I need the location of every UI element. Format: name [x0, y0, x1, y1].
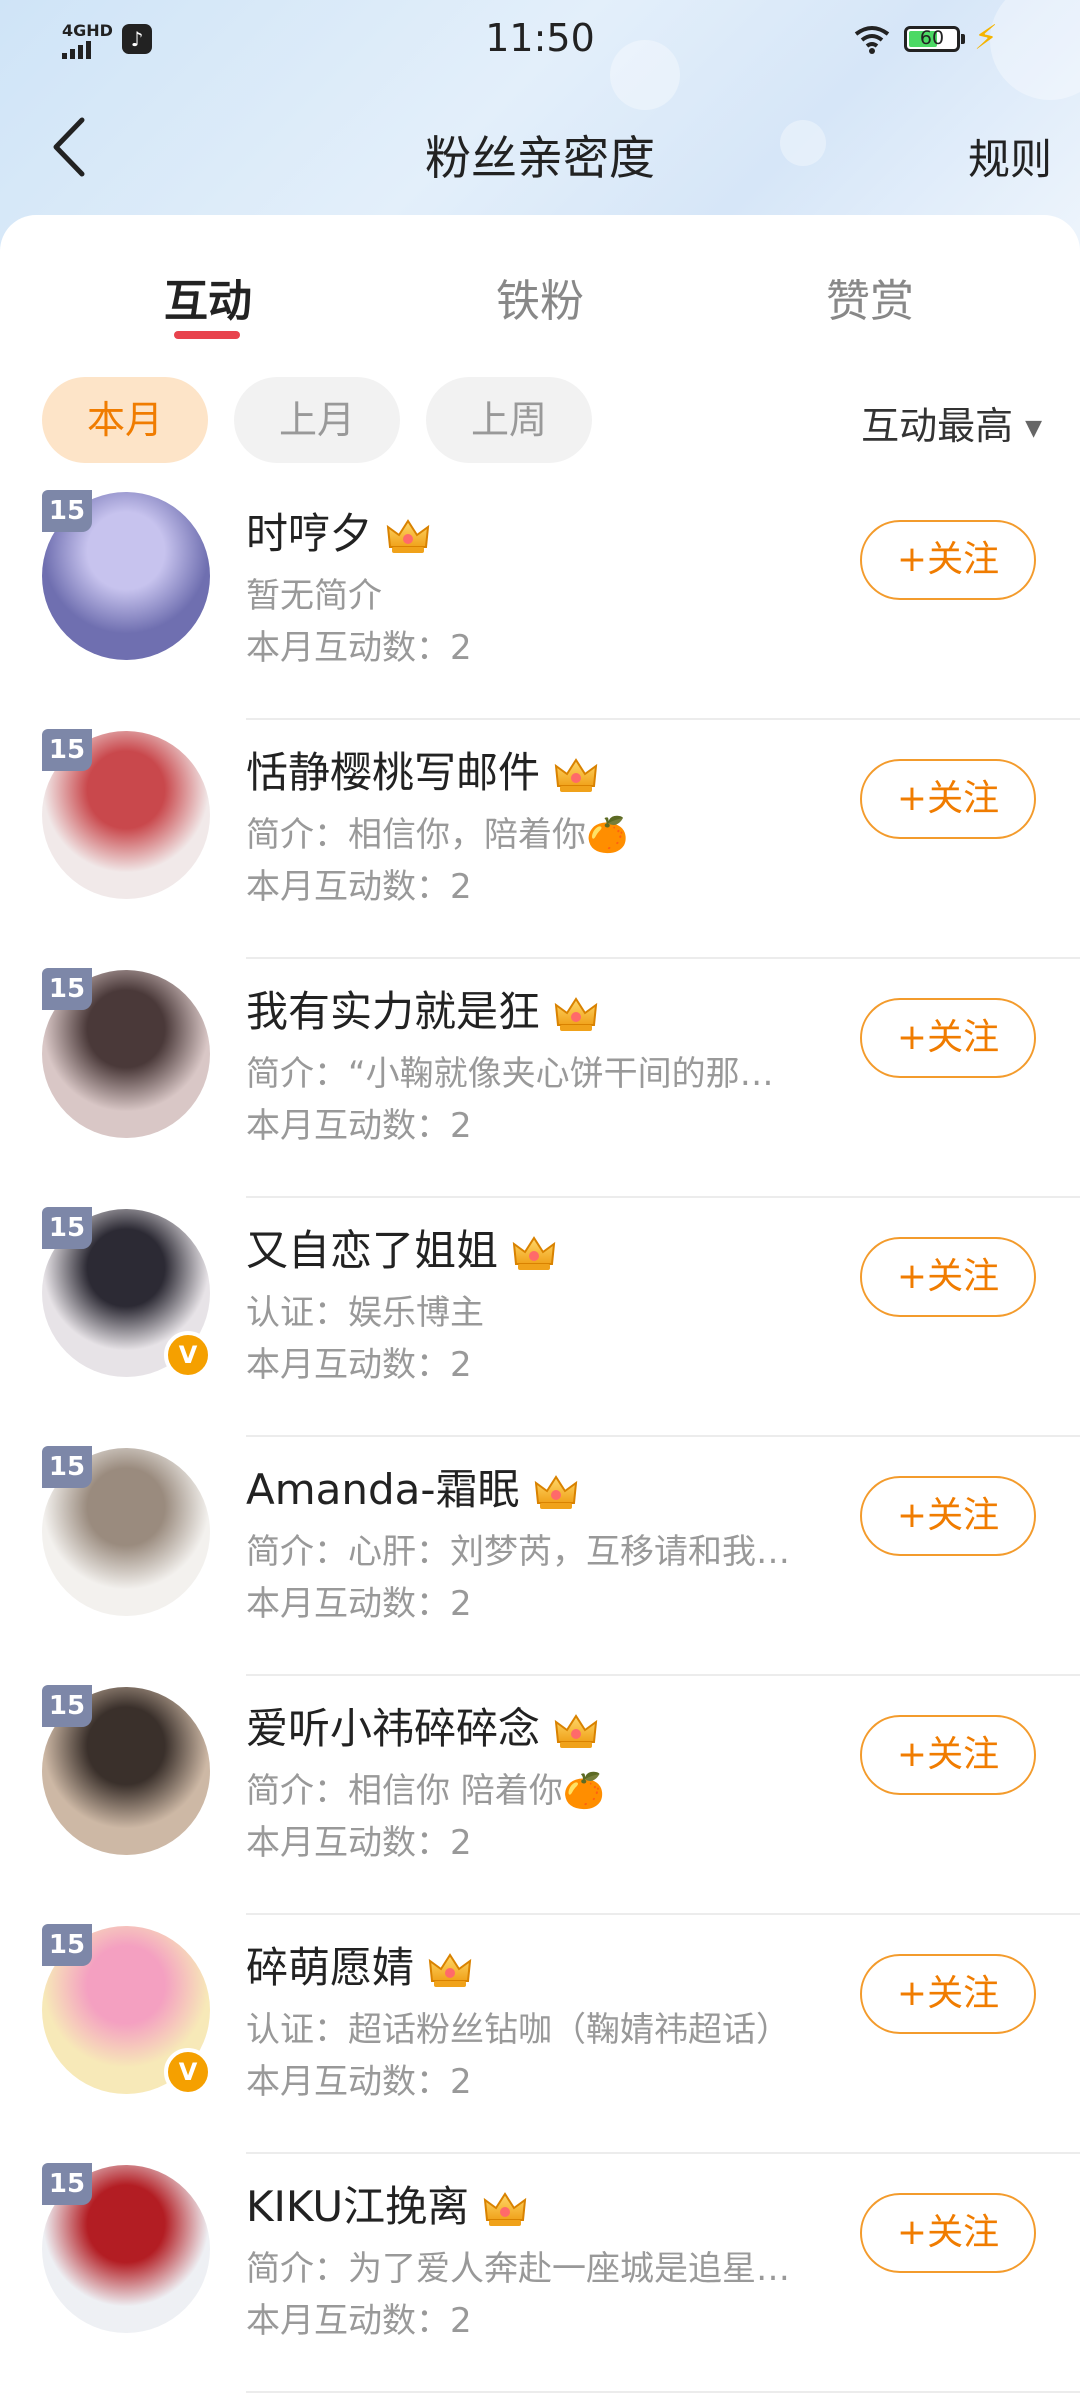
follow-button[interactable]: +关注: [860, 1237, 1036, 1317]
tab-interaction[interactable]: 互动: [164, 265, 252, 329]
tab-iron-fans[interactable]: 铁粉: [496, 265, 584, 329]
interaction-count: 本月互动数：2: [246, 2301, 472, 2341]
navigation-bar: 粉丝亲密度 规则: [0, 100, 1080, 210]
fan-name-text: 时哼夕: [246, 509, 373, 558]
fan-bio: 简介：心肝：刘梦芮，互移请和我…: [246, 1532, 790, 1572]
fan-row[interactable]: 15 Amanda-霜眠简介：心肝：刘梦芮，互移请和我… 本月互动数：2 +关注: [0, 1436, 1080, 1676]
wifi-icon: [852, 24, 892, 62]
fan-bio: 简介：相信你，陪着你🍊: [246, 815, 629, 855]
interaction-count: 本月互动数：2: [246, 1345, 472, 1385]
fan-row[interactable]: 15 时哼夕暂无简介本月互动数：2 +关注: [0, 480, 1080, 720]
fan-bio: 简介：“小鞠就像夹心饼干间的那…: [246, 1054, 774, 1094]
rules-link[interactable]: 规则: [968, 126, 1052, 187]
level-badge: 15: [42, 1685, 92, 1727]
fan-name-text: Amanda-霜眠: [246, 1465, 520, 1514]
level-badge: 15: [42, 968, 92, 1010]
fan-row[interactable]: 15 恬静樱桃写邮件简介：相信你，陪着你🍊 本月互动数：2 +关注: [0, 719, 1080, 959]
filter-last-month[interactable]: 上月: [234, 377, 400, 463]
fan-name: 碎萌愿婧: [246, 1934, 472, 1995]
crown-icon: [386, 518, 430, 553]
fan-name-text: 我有实力就是狂: [246, 987, 541, 1036]
crown-icon: [554, 1713, 598, 1748]
crown-icon: [512, 1235, 556, 1270]
fan-row[interactable]: 15 KIKU江挽离简介：为了爱人奔赴一座城是追星… 本月互动数：2 +关注: [0, 2153, 1080, 2393]
crown-icon: [483, 2191, 527, 2226]
crown-icon: [534, 1474, 577, 1509]
crown-icon: [554, 996, 598, 1031]
active-tab-indicator: [174, 331, 240, 339]
charging-icon: ⚡: [974, 18, 998, 58]
fan-name-text: KIKU江挽离: [246, 2182, 470, 2231]
interaction-count: 本月互动数：2: [246, 628, 472, 668]
fan-bio: 简介：为了爱人奔赴一座城是追星…: [246, 2249, 790, 2289]
level-badge: 15: [42, 1924, 92, 1966]
battery-tip: [961, 34, 965, 44]
fan-bio: 暂无简介: [246, 576, 382, 616]
fan-name: 又自恋了姐姐: [246, 1217, 556, 1278]
follow-button[interactable]: +关注: [860, 1954, 1036, 2034]
battery-percent: 60: [919, 27, 945, 49]
follow-button[interactable]: +关注: [860, 520, 1036, 600]
level-badge: 15: [42, 490, 92, 532]
fan-name: 爱听小祎碎碎念: [246, 1695, 598, 1756]
filter-last-week[interactable]: 上周: [426, 377, 592, 463]
tab-rewards[interactable]: 赞赏: [826, 265, 914, 329]
caret-down-icon: ▼: [1025, 416, 1042, 441]
fan-name: 我有实力就是狂: [246, 978, 598, 1039]
level-badge: 15: [42, 729, 92, 771]
fan-row[interactable]: 15 爱听小祎碎碎念简介：相信你 陪着你🍊 本月互动数：2 +关注: [0, 1675, 1080, 1915]
fan-name: Amanda-霜眠: [246, 1456, 578, 1517]
status-bar: 4GHD ♪ 11:50 60 ⚡: [0, 0, 1080, 80]
fan-name-text: 碎萌愿婧: [246, 1943, 415, 1992]
fan-name: 恬静樱桃写邮件: [246, 739, 598, 800]
level-badge: 15: [42, 1446, 92, 1488]
follow-button[interactable]: +关注: [860, 759, 1036, 839]
interaction-count: 本月互动数：2: [246, 2062, 472, 2102]
follow-button[interactable]: +关注: [860, 1715, 1036, 1795]
level-badge: 15: [42, 2163, 92, 2205]
verified-icon: V: [164, 1331, 212, 1379]
fan-row[interactable]: 15 V 碎萌愿婧认证：超话粉丝钻咖（鞠婧祎超话） 本月互动数：2 +关注: [0, 1914, 1080, 2154]
interaction-count: 本月互动数：2: [246, 1823, 472, 1863]
fan-name: KIKU江挽离: [246, 2173, 527, 2234]
level-badge: 15: [42, 1207, 92, 1249]
fan-bio: 认证：娱乐博主: [246, 1293, 484, 1333]
fan-bio: 简介：相信你 陪着你🍊: [246, 1771, 606, 1811]
follow-button[interactable]: +关注: [860, 998, 1036, 1078]
filter-this-month[interactable]: 本月: [42, 377, 208, 463]
sort-dropdown[interactable]: 互动最高 ▼: [861, 395, 1042, 450]
sort-label: 互动最高: [861, 404, 1014, 448]
crown-icon: [428, 1952, 472, 1987]
interaction-count: 本月互动数：2: [246, 867, 472, 907]
follow-button[interactable]: +关注: [860, 2193, 1036, 2273]
fan-row[interactable]: 15 V 又自恋了姐姐认证：娱乐博主 本月互动数：2 +关注: [0, 1197, 1080, 1437]
interaction-count: 本月互动数：2: [246, 1584, 472, 1624]
fan-name: 时哼夕: [246, 500, 430, 561]
follow-button[interactable]: +关注: [860, 1476, 1036, 1556]
fan-row[interactable]: 15 我有实力就是狂简介：“小鞠就像夹心饼干间的那… 本月互动数：2 +关注: [0, 958, 1080, 1198]
fan-bio: 认证：超话粉丝钻咖（鞠婧祎超话）: [246, 2010, 790, 2050]
fan-name-text: 又自恋了姐姐: [246, 1226, 499, 1275]
interaction-count: 本月互动数：2: [246, 1106, 472, 1146]
fan-name-text: 爱听小祎碎碎念: [246, 1704, 541, 1753]
fan-name-text: 恬静樱桃写邮件: [246, 748, 541, 797]
verified-icon: V: [164, 2048, 212, 2096]
page-title: 粉丝亲密度: [425, 131, 655, 185]
crown-icon: [554, 757, 598, 792]
battery-icon: 60: [904, 26, 960, 52]
